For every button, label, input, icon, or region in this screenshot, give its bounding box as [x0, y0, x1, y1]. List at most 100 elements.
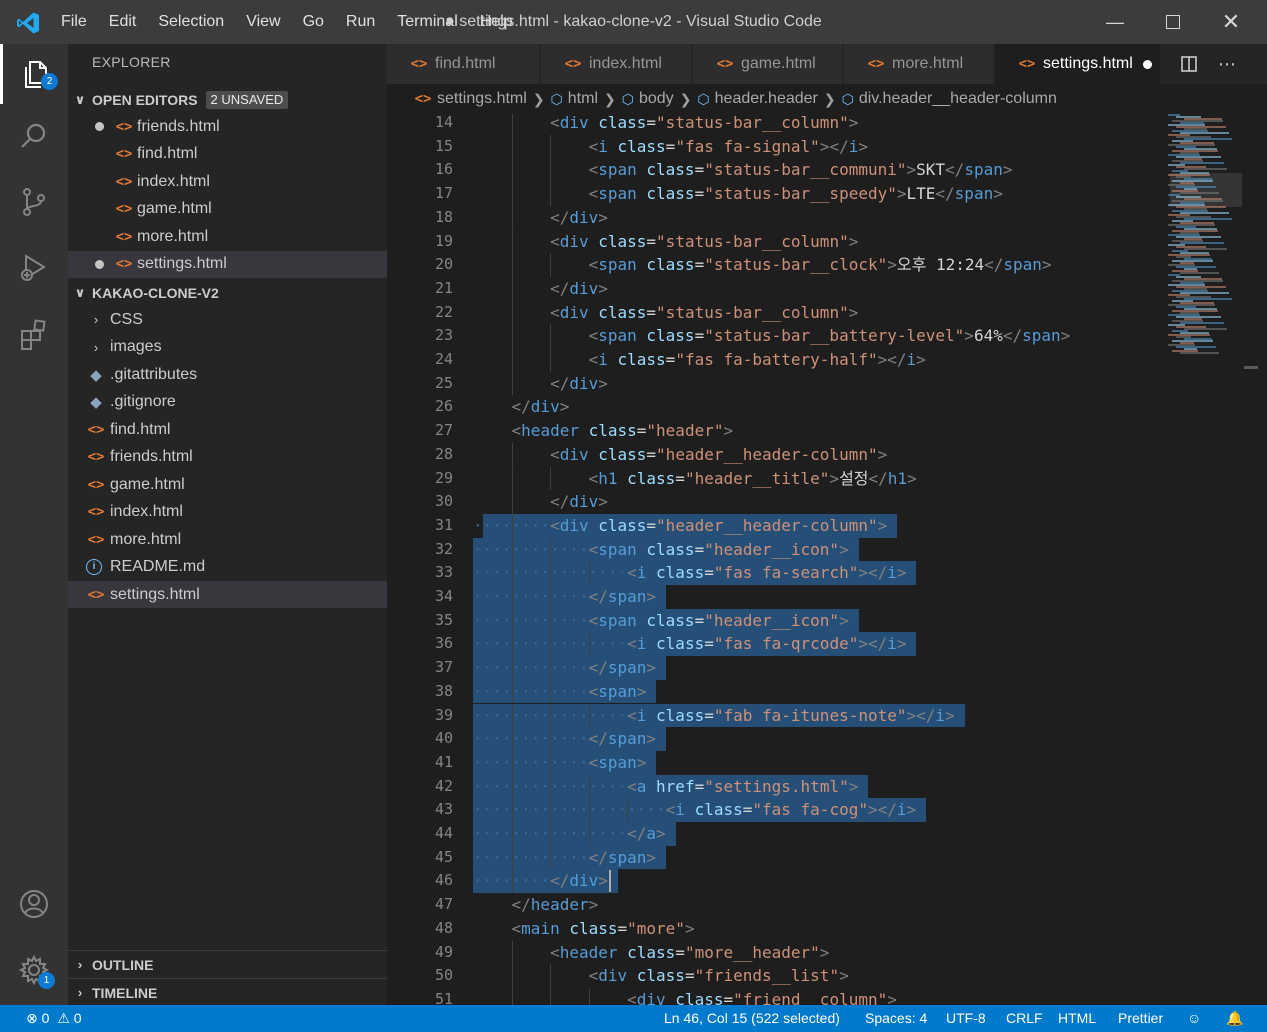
file-name: .gitignore	[110, 393, 176, 410]
menu-selection[interactable]: Selection	[147, 0, 235, 44]
file-item[interactable]: ◆ .gitattributes	[68, 361, 405, 388]
file-item[interactable]: i README.md	[68, 554, 405, 581]
code-token: span	[598, 160, 637, 180]
breadcrumb-item[interactable]: header.header	[715, 90, 818, 108]
minimize-button[interactable]: —	[1086, 0, 1144, 44]
manage-activity-button[interactable]: 1	[0, 940, 68, 1000]
code-token: span	[964, 160, 1003, 180]
menu-edit[interactable]: Edit	[98, 0, 148, 44]
indentation[interactable]: Spaces: 4	[865, 1005, 927, 1032]
code-token: class	[607, 136, 666, 156]
open-editor-item[interactable]: <> friends.html	[68, 113, 433, 140]
menu-file[interactable]: File	[50, 0, 98, 44]
code-token: >	[993, 184, 1003, 204]
breadcrumb: <> settings.html ❯ ⬡ html ❯ ⬡ body ❯ ⬡ header.head…	[387, 84, 1267, 114]
notifications-button[interactable]: 🔔	[1226, 1005, 1243, 1032]
open-editor-item[interactable]: <> find.html	[68, 141, 433, 168]
minimap-line	[1180, 192, 1219, 194]
file-item[interactable]: <> index.html	[68, 499, 405, 526]
file-item[interactable]: <> settings.html	[68, 581, 405, 608]
code-token: >	[896, 563, 907, 583]
line-number: 32	[434, 539, 453, 558]
explorer-badge: 2	[41, 73, 58, 90]
file-item[interactable]: <> friends.html	[68, 444, 405, 471]
open-editor-item[interactable]: <> settings.html	[68, 250, 433, 278]
line-number: 22	[434, 302, 453, 321]
split-editor-icon	[1181, 56, 1197, 72]
code-token: <	[588, 539, 599, 559]
code-token: <	[627, 989, 637, 1005]
breadcrumb-item[interactable]: body	[639, 90, 674, 108]
feedback-button[interactable]: ☺	[1187, 1005, 1201, 1032]
run-debug-activity-button[interactable]	[0, 238, 68, 298]
tab-index[interactable]: <> index.html	[541, 44, 692, 84]
menu-terminal[interactable]: Terminal	[386, 0, 468, 44]
breadcrumb-file[interactable]: settings.html	[437, 90, 527, 108]
close-window-button[interactable]: ✕	[1202, 0, 1260, 44]
language-mode[interactable]: HTML	[1058, 1005, 1096, 1032]
code-token: div	[559, 114, 589, 132]
html-file-icon: <>	[115, 228, 133, 245]
code-token: "status-bar__column"	[656, 231, 849, 251]
line-number: 14	[434, 114, 453, 131]
code-token: div	[636, 989, 666, 1005]
search-activity-button[interactable]	[0, 106, 68, 166]
menu-run[interactable]: Run	[335, 0, 386, 44]
code-token: "status-bar__column"	[656, 114, 849, 132]
timeline-header[interactable]: › TIMELINE	[68, 979, 387, 1006]
source-control-activity-button[interactable]	[0, 172, 68, 232]
whitespace-marker: ················	[473, 776, 628, 796]
file-item[interactable]: <> game.html	[68, 471, 405, 498]
code-line: <h1 class="header__title">설정</h1>	[473, 467, 917, 491]
breadcrumb-item[interactable]: html	[568, 90, 598, 108]
code-token: class	[588, 114, 647, 132]
more-actions-button[interactable]: ⋯	[1209, 44, 1245, 84]
source-control-icon	[23, 188, 45, 216]
explorer-activity-button[interactable]: 2	[0, 44, 68, 104]
account-icon	[20, 890, 48, 918]
file-item[interactable]: <> more.html	[68, 526, 405, 553]
file-item[interactable]: <> find.html	[68, 416, 405, 443]
code-editor[interactable]: 14 15 16 17 18 19 20 21 22 23 24 25 26 27 28 29 30 31 32 33…	[387, 114, 1162, 1005]
open-editors-header[interactable]: ∨ OPEN EDITORS 2 UNSAVED	[68, 86, 387, 113]
code-token: span	[598, 752, 637, 772]
code-token: <	[588, 681, 599, 701]
workspace-header[interactable]: ∨ KAKAO-CLONE-V2	[68, 279, 387, 306]
menu-view[interactable]: View	[235, 0, 291, 44]
cursor-position[interactable]: Ln 46, Col 15 (522 selected)	[664, 1005, 840, 1032]
breadcrumb-item[interactable]: div.header__header-column	[859, 90, 1057, 108]
code-token: >	[916, 350, 926, 369]
problems-indicator[interactable]: ⊗ 0 ⚠ 0	[26, 1005, 82, 1032]
extensions-activity-button[interactable]	[0, 304, 68, 364]
tab-more[interactable]: <> more.html	[844, 44, 994, 84]
folder-item[interactable]: › CSS	[68, 306, 405, 333]
code-token: i	[896, 800, 907, 820]
minimap-line	[1180, 322, 1224, 324]
open-editor-item[interactable]: <> game.html	[68, 196, 433, 223]
minimap[interactable]	[1162, 114, 1267, 1005]
open-editor-item[interactable]: <> more.html	[68, 223, 433, 250]
outline-header[interactable]: › OUTLINE	[68, 951, 387, 978]
line-number: 16	[434, 160, 453, 179]
code-token: <	[588, 326, 599, 346]
code-token: "friend__column"	[733, 989, 888, 1005]
accounts-activity-button[interactable]	[0, 874, 68, 934]
tab-settings[interactable]: <> settings.html	[995, 44, 1161, 84]
html-file-icon: <>	[414, 91, 432, 107]
file-item[interactable]: ◆ .gitignore	[68, 389, 405, 416]
encoding[interactable]: UTF-8	[946, 1005, 986, 1032]
menu-go[interactable]: Go	[292, 0, 335, 44]
folder-item[interactable]: › images	[68, 334, 405, 361]
menu-help[interactable]: Help	[469, 0, 524, 44]
line-endings[interactable]: CRLF	[1006, 1005, 1043, 1032]
code-token: class	[588, 302, 647, 322]
maximize-button[interactable]	[1144, 0, 1202, 44]
split-editor-button[interactable]	[1171, 44, 1207, 84]
code-line: ········<div class="header__header-colum…	[473, 514, 887, 538]
open-editor-item[interactable]: <> index.html	[68, 168, 433, 195]
minimize-icon: —	[1106, 11, 1124, 32]
formatter[interactable]: Prettier	[1118, 1005, 1163, 1032]
whitespace-marker: ············	[473, 587, 589, 606]
tab-game[interactable]: <> game.html	[693, 44, 843, 84]
tab-find[interactable]: <> find.html	[387, 44, 540, 84]
